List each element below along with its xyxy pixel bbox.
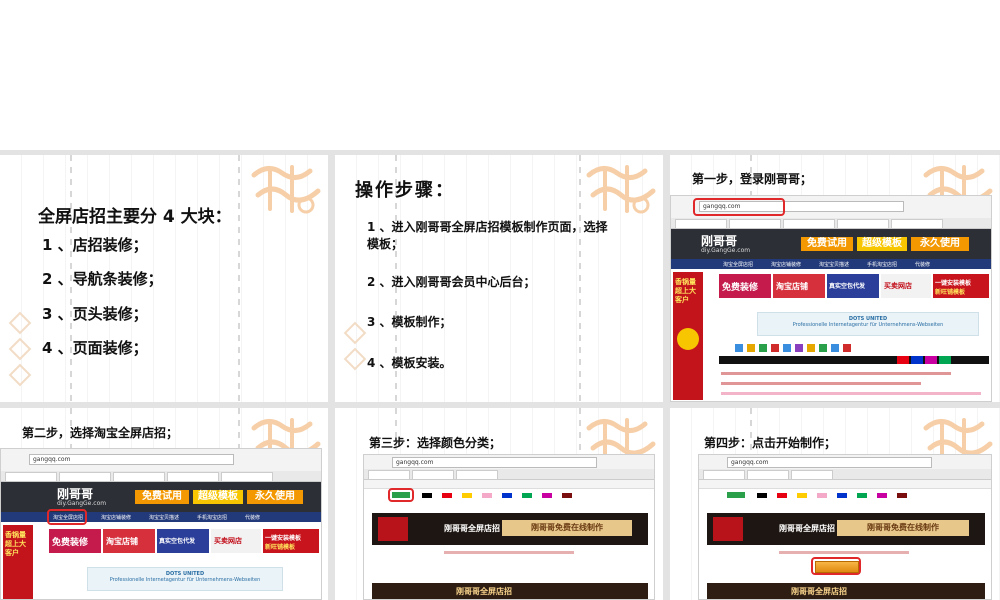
site-logo-sub: diy.GangGe.com	[701, 247, 751, 254]
buy-shop-banner[interactable]: 买卖网店	[881, 274, 931, 298]
advanced-template-button[interactable]: 超级模板	[857, 237, 907, 251]
address-bar: gangqq.com	[29, 454, 234, 465]
step2-caption: 第二步，选择淘宝全屏店招；	[22, 426, 179, 440]
color-swatch[interactable]	[562, 493, 572, 498]
free-trial-button[interactable]: 免费试用	[801, 237, 853, 251]
color-swatch[interactable]	[897, 493, 907, 498]
highlight-address-box	[693, 198, 785, 216]
slide-steps[interactable]: 操作步骤： 1 、进入刚哥哥全屏店招模板制作页面，选择 模板； 2 、进入刚哥哥…	[335, 155, 663, 402]
decor-dash-line	[579, 155, 581, 402]
site-logo-sub: diy.GangGe.com	[57, 500, 107, 507]
browser-tabs	[699, 469, 991, 480]
lattice-ornament-icon	[343, 347, 367, 371]
browser-toolbar: gangqq.com	[1, 449, 321, 472]
color-swatch[interactable]	[857, 493, 867, 498]
browser-tabs	[1, 471, 321, 482]
lattice-ornament-icon	[343, 321, 367, 345]
install-template-banner[interactable]: 一键安装模板 新旺铺模板	[263, 529, 319, 553]
lattice-ornament-icon	[8, 311, 32, 335]
color-strip	[719, 356, 989, 364]
color-swatch[interactable]	[422, 493, 432, 498]
color-swatch[interactable]	[462, 493, 472, 498]
list-item: 3 、页头装修；	[42, 305, 148, 323]
slide-step4-start[interactable]: 第四步：点击开始制作； gangqq.com 刚哥哥全屏店招 刚哥哥免费在线制作…	[670, 408, 1000, 600]
lattice-ornament-icon	[8, 363, 32, 387]
template-preview-banner[interactable]: 刚哥哥全屏店招	[372, 583, 648, 599]
color-swatch[interactable]	[777, 493, 787, 498]
step4-caption: 第四步：点击开始制作；	[704, 436, 837, 450]
color-swatch[interactable]	[442, 493, 452, 498]
advanced-template-button[interactable]: 超级模板	[193, 490, 243, 504]
list-item: 2 、导航条装修；	[42, 270, 163, 288]
ad-banner[interactable]: DOTS UNITED Professionelle Internetagent…	[87, 567, 283, 591]
color-swatch[interactable]	[482, 493, 492, 498]
blank-top-area	[0, 0, 1000, 150]
color-swatch[interactable]	[542, 493, 552, 498]
list-item: 1 、店招装修；	[42, 236, 148, 254]
site-header: 刚哥哥 diy.GangGe.com 免费试用 超级模板 永久使用	[671, 229, 991, 259]
color-swatch[interactable]	[877, 493, 887, 498]
address-bar: gangqq.com	[727, 457, 932, 468]
color-swatch[interactable]	[837, 493, 847, 498]
icon-row	[719, 344, 989, 352]
step-text: 3 、模板制作；	[367, 315, 452, 329]
side-promo-panel: 香锅量超上大客户	[673, 272, 703, 400]
taobao-shop-banner[interactable]: 淘宝店铺	[103, 529, 155, 553]
slide1-title: 全屏店招主要分 4 大块：	[38, 207, 232, 227]
browser-toolbar: gangqq.com	[699, 455, 991, 470]
step1-caption: 第一步，登录刚哥哥；	[692, 172, 813, 186]
browser-toolbar: gangqq.com	[364, 455, 654, 470]
buy-shop-banner[interactable]: 买卖网店	[211, 529, 261, 553]
step-text: 模板；	[367, 237, 404, 251]
browser-tabs	[364, 469, 654, 480]
browser-screenshot: gangqq.com 刚哥哥 diy.GangGe.com 免费试用 超级模板 …	[670, 195, 992, 402]
permanent-use-button[interactable]: 永久使用	[911, 237, 969, 251]
color-swatch[interactable]	[817, 493, 827, 498]
taobao-shop-banner[interactable]: 淘宝店铺	[773, 274, 825, 298]
free-decor-banner[interactable]: 免费装修	[719, 274, 771, 298]
template-preview-banner[interactable]: 刚哥哥全屏店招	[707, 583, 985, 599]
address-bar: gangqq.com	[392, 457, 597, 468]
free-trial-button[interactable]: 免费试用	[135, 490, 189, 504]
browser-screenshot: gangqq.com 刚哥哥 diy.GangGe.com 免费试用 超级模板 …	[0, 448, 322, 600]
color-swatch[interactable]	[522, 493, 532, 498]
auspicious-seal-icon	[586, 165, 656, 214]
browser-screenshot: gangqq.com 刚哥哥全屏店招 刚哥哥免费在线制作 刚哥哥全屏店招	[363, 454, 655, 600]
slide-step1-login[interactable]: 第一步，登录刚哥哥； gangqq.com 刚哥哥 diy.GangGe.com…	[670, 155, 1000, 402]
slide-step3-color[interactable]: 第三步：选择颜色分类； gangqq.com 刚哥哥全屏店招 刚哥哥免费在线制作…	[335, 408, 663, 600]
site-header: 刚哥哥 diy.GangGe.com 免费试用 超级模板 永久使用	[1, 482, 321, 512]
permanent-use-button[interactable]: 永久使用	[247, 490, 303, 504]
step-text: 2 、进入刚哥哥会员中心后台；	[367, 275, 536, 289]
proxy-shipping-banner[interactable]: 真实空包代发	[157, 529, 209, 553]
color-swatch[interactable]	[757, 493, 767, 498]
browser-screenshot: gangqq.com 刚哥哥全屏店招 刚哥哥免费在线制作 刚哥哥全屏店招	[698, 454, 992, 600]
step-text: 4 、模板安装。	[367, 356, 452, 370]
browser-tabs	[671, 218, 991, 229]
step-text: 1 、进入刚哥哥全屏店招模板制作页面，选择	[367, 220, 608, 234]
slide-overview[interactable]: 全屏店招主要分 4 大块： 1 、店招装修； 2 、导航条装修； 3 、页头装修…	[0, 155, 328, 402]
site-navbar: 淘宝全屏店招 淘宝店铺装修 淘宝宝贝描述 手机淘宝店招 代装修	[671, 259, 991, 269]
template-preview-banner[interactable]: 刚哥哥全屏店招 刚哥哥免费在线制作	[372, 513, 648, 545]
side-promo-panel: 香锅量超上大客户	[3, 525, 33, 599]
install-template-banner[interactable]: 一键安装模板 新旺铺模板	[933, 274, 989, 298]
decor-dash-line	[238, 155, 240, 402]
list-item: 4 、页面装修；	[42, 339, 148, 357]
proxy-shipping-banner[interactable]: 真实空包代发	[827, 274, 879, 298]
ad-banner[interactable]: DOTS UNITED Professionelle Internetagent…	[757, 312, 979, 336]
free-decor-banner[interactable]: 免费装修	[49, 529, 101, 553]
lattice-ornament-icon	[8, 337, 32, 361]
step3-caption: 第三步：选择颜色分类；	[369, 436, 502, 450]
highlight-nav-box	[47, 509, 87, 525]
color-swatch[interactable]	[502, 493, 512, 498]
color-all-button[interactable]	[727, 492, 745, 498]
auspicious-seal-icon	[251, 165, 321, 214]
slide2-heading: 操作步骤：	[355, 180, 455, 201]
color-all-button[interactable]	[392, 492, 410, 498]
template-preview-banner[interactable]: 刚哥哥全屏店招 刚哥哥免费在线制作	[707, 513, 985, 545]
color-swatch[interactable]	[797, 493, 807, 498]
start-making-button[interactable]	[815, 561, 859, 573]
slide-step2-select[interactable]: 第二步，选择淘宝全屏店招； gangqq.com 刚哥哥 diy.GangGe.…	[0, 408, 328, 600]
